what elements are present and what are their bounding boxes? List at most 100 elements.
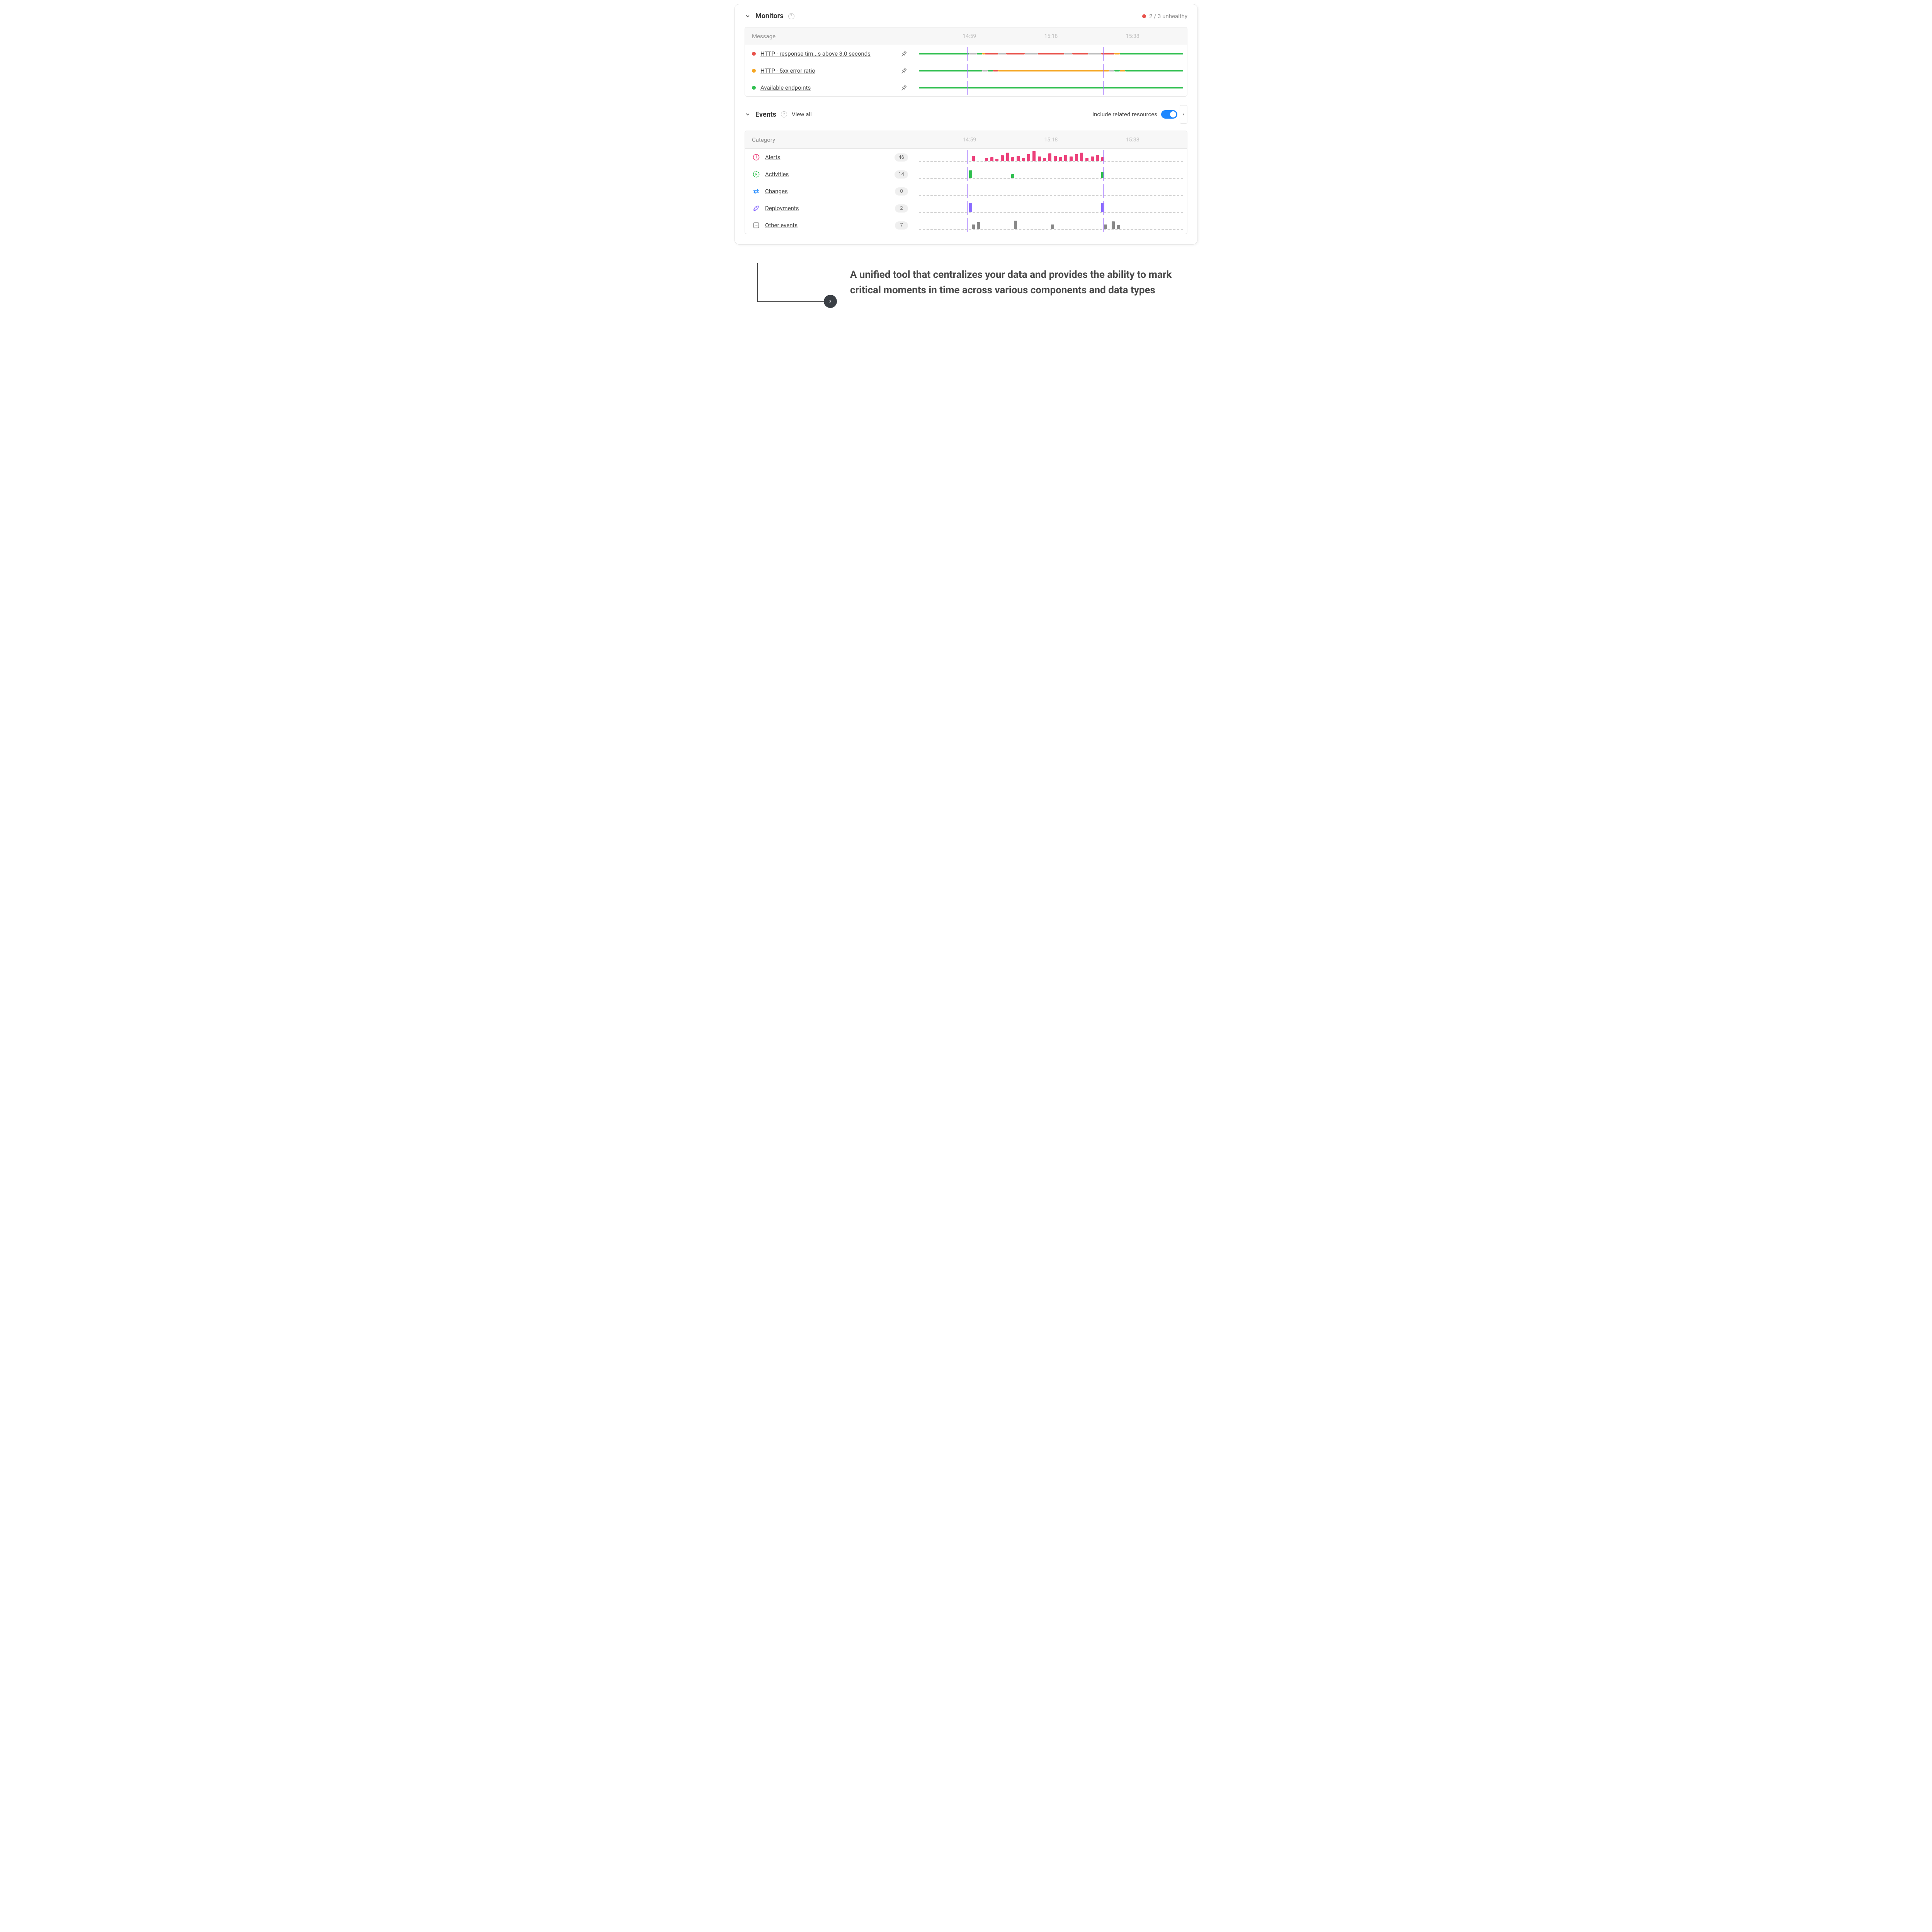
spark-bar [977, 222, 980, 229]
alert-icon [752, 153, 760, 162]
pin-icon[interactable] [900, 49, 908, 58]
status-segment [1064, 53, 1072, 54]
spark-bar [1080, 153, 1083, 161]
time-marker[interactable] [1103, 47, 1104, 61]
spark-bar [1051, 224, 1054, 229]
monitor-timeline[interactable] [915, 79, 1187, 96]
status-segment [1109, 70, 1114, 71]
spark-bar [1032, 151, 1036, 161]
time-marker[interactable] [1103, 201, 1104, 215]
event-sparkline[interactable] [915, 149, 1187, 166]
events-head-col: Category [745, 136, 915, 143]
time-tick: 15:18 [1044, 33, 1058, 39]
help-icon[interactable]: ? [788, 13, 794, 19]
time-marker[interactable] [967, 218, 968, 232]
spark-bar [1075, 154, 1078, 161]
monitor-row: Available endpoints [745, 79, 1187, 96]
arrow-right-icon [824, 295, 837, 308]
event-category-link[interactable]: Deployments [765, 205, 799, 212]
event-sparkline[interactable] [915, 166, 1187, 183]
status-segment [919, 53, 969, 54]
monitor-link[interactable]: HTTP - 5xx error ratio [760, 67, 815, 74]
time-marker[interactable] [1103, 64, 1104, 78]
time-marker[interactable] [967, 167, 968, 181]
time-marker[interactable] [1103, 167, 1104, 181]
time-marker[interactable] [967, 81, 968, 95]
event-row: Other events 7 [745, 217, 1187, 234]
callout: A unified tool that centralizes your dat… [734, 267, 1198, 298]
spark-bar [1085, 158, 1088, 161]
status-segment [1125, 70, 1183, 71]
spark-bar [1022, 158, 1025, 161]
time-tick: 15:38 [1126, 137, 1139, 143]
chevron-down-icon[interactable] [745, 111, 751, 117]
spark-bar [972, 224, 975, 229]
time-marker[interactable] [967, 150, 968, 164]
events-timeaxis: 14:5915:1815:38 [915, 131, 1187, 148]
spark-bar [985, 158, 988, 161]
event-category-link[interactable]: Activities [765, 171, 789, 178]
status-segment [982, 53, 985, 54]
time-marker[interactable] [1103, 218, 1104, 232]
time-marker[interactable] [967, 184, 968, 198]
status-segment [998, 53, 1006, 54]
help-icon[interactable]: ? [781, 111, 787, 117]
spark-bar [1014, 221, 1017, 229]
count-badge: 0 [895, 187, 908, 196]
monitors-head-col: Message [745, 33, 915, 40]
spark-bar [1001, 155, 1004, 161]
time-marker[interactable] [967, 64, 968, 78]
time-marker[interactable] [967, 47, 968, 61]
callout-text: A unified tool that centralizes your dat… [850, 267, 1182, 298]
status-segment [1025, 53, 1038, 54]
spark-bar [1064, 155, 1067, 161]
pin-icon[interactable] [900, 66, 908, 75]
status-segment [1088, 53, 1101, 54]
time-marker[interactable] [1103, 150, 1104, 164]
event-sparkline[interactable] [915, 200, 1187, 217]
event-sparkline[interactable] [915, 217, 1187, 234]
event-row: Changes 0 [745, 183, 1187, 200]
event-category-link[interactable]: Alerts [765, 154, 781, 161]
monitor-timeline[interactable] [915, 45, 1187, 62]
count-badge: 7 [895, 221, 908, 230]
status-segment [998, 70, 1109, 71]
status-segment [1120, 53, 1183, 54]
monitor-timeline[interactable] [915, 62, 1187, 79]
monitors-timeaxis: 14:5915:1815:38 [915, 27, 1187, 45]
spark-bar [1112, 221, 1115, 229]
spark-bar [1054, 156, 1057, 161]
spark-bar [1043, 158, 1046, 161]
chevron-down-icon[interactable] [745, 13, 751, 19]
monitor-row: HTTP - 5xx error ratio [745, 62, 1187, 79]
events-view-all-link[interactable]: View all [792, 111, 812, 118]
spark-bar [1027, 154, 1030, 161]
status-dot-icon [752, 69, 756, 73]
time-marker[interactable] [1103, 81, 1104, 95]
time-marker[interactable] [967, 201, 968, 215]
event-category-link[interactable]: Other events [765, 222, 798, 229]
event-category-link[interactable]: Changes [765, 188, 788, 195]
spark-bar [1096, 155, 1099, 161]
time-marker[interactable] [1103, 184, 1104, 198]
status-segment [969, 53, 977, 54]
monitor-link[interactable]: Available endpoints [760, 84, 811, 91]
spark-bar [969, 203, 972, 212]
spark-bar [1070, 156, 1073, 161]
status-segment [985, 53, 998, 54]
spark-bar [1011, 174, 1014, 178]
event-sparkline[interactable] [915, 183, 1187, 200]
spark-bar [1104, 224, 1107, 229]
status-segment [919, 70, 982, 71]
monitors-panel-head: Message 14:5915:1815:38 [745, 27, 1187, 45]
more-icon [752, 221, 760, 230]
status-segment [977, 53, 982, 54]
connector-line-icon [757, 263, 827, 302]
monitor-link[interactable]: HTTP - response tim...s above 3.0 second… [760, 50, 871, 57]
event-row: Activities14 [745, 166, 1187, 183]
status-segment [1114, 53, 1120, 54]
pin-icon[interactable] [900, 83, 908, 92]
collapse-panel-button[interactable] [1180, 105, 1187, 124]
include-related-toggle[interactable] [1161, 110, 1177, 119]
spark-bar [1059, 157, 1062, 161]
